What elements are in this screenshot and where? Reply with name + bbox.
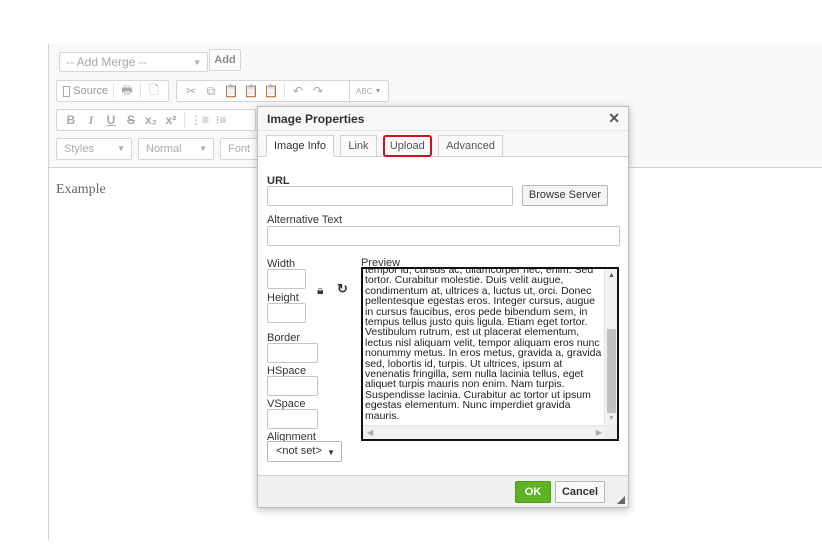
document-icon[interactable]: 🗋 bbox=[144, 81, 164, 101]
source-button[interactable]: Source bbox=[61, 81, 110, 101]
chevron-down-icon: ▼ bbox=[193, 58, 201, 67]
toolbar-separator bbox=[113, 84, 115, 98]
italic-icon[interactable]: I bbox=[81, 110, 101, 130]
chevron-down-icon: ▼ bbox=[117, 144, 125, 153]
scroll-down-icon[interactable]: ▼ bbox=[608, 415, 615, 422]
alignment-select-value: <not set> bbox=[276, 445, 322, 457]
tab-link[interactable]: Link bbox=[340, 135, 377, 157]
cancel-button[interactable]: Cancel bbox=[555, 481, 605, 503]
dialog-tabs: Image Info Link Upload Advanced bbox=[258, 131, 628, 157]
scroll-right-icon[interactable]: ▶ bbox=[596, 428, 602, 437]
superscript-icon[interactable]: x² bbox=[161, 110, 181, 130]
hspace-input[interactable] bbox=[267, 376, 318, 396]
image-properties-dialog: Image Properties ✕ Image Info Link Uploa… bbox=[257, 106, 629, 508]
undo-icon[interactable]: ↶ bbox=[288, 81, 308, 101]
resize-handle-icon[interactable] bbox=[617, 496, 625, 504]
document-toolbar-group: Source 🖶 🗋 bbox=[56, 80, 169, 102]
dialog-body: URL Browse Server Alternative Text Width… bbox=[258, 157, 628, 479]
chevron-down-icon: ▼ bbox=[374, 87, 382, 95]
scroll-up-icon[interactable]: ▲ bbox=[608, 272, 615, 279]
alt-text-input[interactable] bbox=[267, 226, 620, 246]
format-combo-value: Normal bbox=[146, 143, 182, 155]
toolbar-separator bbox=[140, 84, 141, 98]
clipboard-toolbar-group: ✂ ⧉ 📋 📋 📋 ↶ ↷ bbox=[176, 80, 352, 102]
browse-server-button[interactable]: Browse Server bbox=[522, 185, 608, 206]
lock-icon[interactable]: 🔒︎ bbox=[317, 283, 323, 298]
toolbar-separator bbox=[284, 84, 285, 98]
paste-word-icon[interactable]: 📋 bbox=[261, 81, 281, 101]
spellcheck-icon: ABC bbox=[356, 86, 373, 96]
alignment-select[interactable]: <not set> ▼ bbox=[267, 441, 342, 462]
format-toolbar-group: B I U S x₂ x² ⋮≡ ⁝≡ bbox=[56, 109, 256, 131]
scrollbar-thumb[interactable] bbox=[607, 329, 616, 413]
underline-icon[interactable]: U bbox=[101, 110, 121, 130]
width-input[interactable] bbox=[267, 269, 306, 289]
paste-text-icon[interactable]: 📋 bbox=[241, 81, 261, 101]
ok-button[interactable]: OK bbox=[515, 481, 551, 503]
format-combo[interactable]: Normal ▼ bbox=[138, 138, 214, 160]
subscript-icon[interactable]: x₂ bbox=[141, 110, 161, 130]
merge-select[interactable]: -- Add Merge -- ▼ bbox=[59, 52, 208, 72]
font-combo-value: Font bbox=[228, 143, 251, 155]
tab-image-info[interactable]: Image Info bbox=[266, 135, 334, 157]
alt-text-label: Alternative Text bbox=[267, 214, 343, 226]
border-input[interactable] bbox=[267, 343, 318, 363]
cut-icon[interactable]: ✂ bbox=[181, 81, 201, 101]
chevron-down-icon: ▼ bbox=[199, 144, 207, 153]
toolbar-separator bbox=[184, 113, 185, 127]
height-input[interactable] bbox=[267, 303, 306, 323]
styles-combo[interactable]: Styles ▼ bbox=[56, 138, 132, 160]
copy-icon[interactable]: ⧉ bbox=[201, 81, 221, 101]
bulleted-list-icon[interactable]: ⁝≡ bbox=[211, 110, 231, 130]
scroll-left-icon[interactable]: ◀ bbox=[367, 428, 373, 437]
chevron-down-icon: ▼ bbox=[327, 448, 335, 457]
numbered-list-icon[interactable]: ⋮≡ bbox=[188, 110, 211, 130]
merge-select-value: -- Add Merge -- bbox=[66, 55, 147, 69]
strikethrough-icon[interactable]: S bbox=[121, 110, 141, 130]
styles-combo-value: Styles bbox=[64, 143, 94, 155]
bold-icon[interactable]: B bbox=[61, 110, 81, 130]
preview-vertical-scrollbar[interactable]: ▲ ▼ bbox=[604, 269, 617, 427]
url-input[interactable] bbox=[267, 186, 513, 206]
dialog-title-bar[interactable]: Image Properties ✕ bbox=[258, 107, 628, 131]
close-icon[interactable]: ✕ bbox=[608, 110, 620, 127]
font-combo[interactable]: Font bbox=[220, 138, 260, 160]
scrollbar-corner bbox=[604, 425, 617, 439]
reset-size-icon[interactable]: ↻ bbox=[337, 281, 348, 297]
preview-text: tempor id, cursus ac, ullamcorper nec, e… bbox=[365, 267, 602, 422]
print-icon[interactable]: 🖶 bbox=[117, 81, 137, 101]
paste-icon[interactable]: 📋 bbox=[221, 81, 241, 101]
redo-icon[interactable]: ↷ bbox=[308, 81, 328, 101]
editor-content[interactable]: Example bbox=[56, 182, 106, 198]
vspace-input[interactable] bbox=[267, 409, 318, 429]
source-button-label: Source bbox=[73, 85, 109, 97]
dialog-footer: OK Cancel bbox=[258, 475, 628, 507]
image-preview: tempor id, cursus ac, ullamcorper nec, e… bbox=[361, 267, 619, 441]
tab-advanced[interactable]: Advanced bbox=[438, 135, 503, 157]
spellcheck-button[interactable]: ABC ▼ bbox=[349, 80, 389, 102]
tab-upload[interactable]: Upload bbox=[382, 135, 432, 157]
preview-horizontal-scrollbar[interactable]: ◀ ▶ bbox=[363, 425, 606, 439]
dialog-title: Image Properties bbox=[267, 112, 365, 126]
add-merge-button[interactable]: Add bbox=[209, 49, 241, 71]
source-icon bbox=[63, 85, 71, 97]
